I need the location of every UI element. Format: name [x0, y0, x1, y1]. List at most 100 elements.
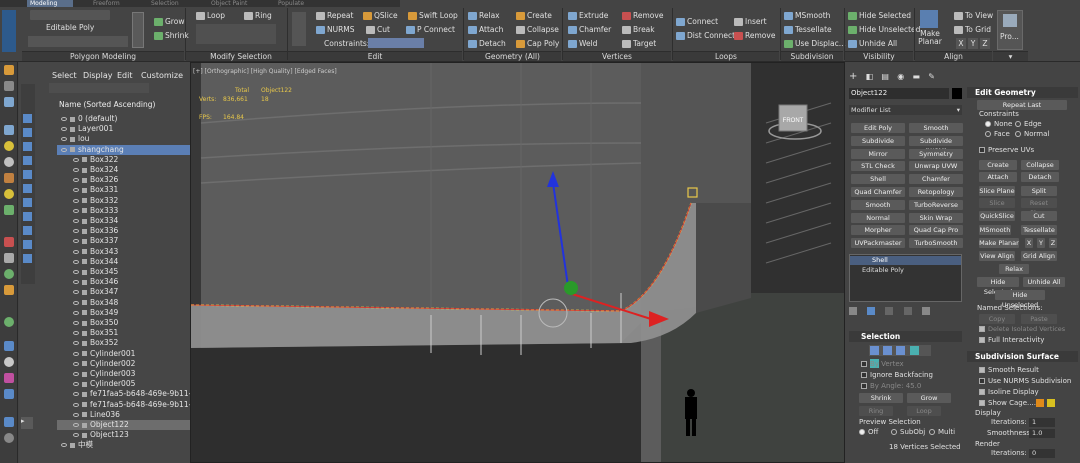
- edit-geometry-button[interactable]: View Align: [979, 251, 1015, 261]
- edit-geometry-button[interactable]: Y: [1037, 238, 1045, 248]
- material-icon[interactable]: [4, 373, 14, 383]
- stack-tools[interactable]: [849, 307, 962, 315]
- preview-subobj-radio[interactable]: SubObj: [891, 428, 925, 436]
- sort-header[interactable]: Name (Sorted Ascending): [59, 100, 155, 109]
- extrude-button[interactable]: Extrude: [568, 10, 608, 21]
- globe-icon[interactable]: [4, 269, 14, 279]
- edit-geometry-button[interactable]: Reset Plane: [1021, 198, 1057, 217]
- edit-geometry-button[interactable]: Make Planar: [979, 238, 1019, 248]
- subdivision-surface-header[interactable]: Subdivision Surface: [967, 351, 1078, 362]
- tree-item[interactable]: Box344: [57, 257, 207, 267]
- loop-ring-controls[interactable]: [196, 24, 276, 44]
- p-connect-button[interactable]: P Connect: [406, 24, 455, 35]
- spline-icon[interactable]: [4, 205, 14, 215]
- tree-item[interactable]: Box322: [57, 155, 207, 165]
- visibility-eye-icon[interactable]: [73, 402, 79, 407]
- edit-geometry-button[interactable]: MSmooth: [979, 225, 1011, 235]
- tab-populate[interactable]: Populate: [275, 0, 307, 7]
- tree-item[interactable]: Box336: [57, 226, 207, 236]
- geometry-filter-icon[interactable]: [23, 142, 32, 151]
- modifier-button[interactable]: Subdivide (WSM): [909, 135, 963, 155]
- visibility-eye-icon[interactable]: [73, 157, 79, 162]
- hierarchy-tab-icon[interactable]: ▤: [881, 72, 889, 81]
- tab-modeling[interactable]: Modeling: [27, 0, 73, 7]
- visibility-eye-icon[interactable]: [73, 239, 79, 244]
- render-icon[interactable]: [4, 157, 14, 167]
- visibility-eye-icon[interactable]: [73, 433, 79, 438]
- repeat-button[interactable]: Repeat: [316, 10, 353, 21]
- border-icon[interactable]: [896, 346, 906, 355]
- constraint-face-radio[interactable]: Face: [985, 130, 1010, 138]
- modifier-button[interactable]: Quad Cap Pro: [909, 225, 963, 236]
- visibility-eye-icon[interactable]: [73, 208, 79, 213]
- edit-geometry-button[interactable]: Hide Selected: [977, 277, 1019, 296]
- edit-geometry-button[interactable]: Tessellate: [1021, 225, 1057, 235]
- visibility-eye-icon[interactable]: [73, 229, 79, 234]
- hierarchy-icon[interactable]: [23, 128, 32, 137]
- use-displacement-button[interactable]: Use Displac...: [784, 38, 846, 49]
- visibility-eye-icon[interactable]: [61, 443, 67, 448]
- particle-icon[interactable]: [4, 285, 14, 295]
- dist-connect-button[interactable]: Dist Connect: [676, 30, 735, 41]
- ribbon-pin-button[interactable]: [132, 12, 144, 48]
- visibility-eye-icon[interactable]: [73, 351, 79, 356]
- menu-edit[interactable]: Edit: [117, 71, 133, 80]
- edit-geometry-button[interactable]: QuickSlice: [979, 211, 1015, 221]
- group-pro-dropdown[interactable]: ▾: [993, 51, 1028, 61]
- modifier-button[interactable]: Quad Chamfer: [851, 187, 905, 197]
- tab-selection[interactable]: Selection: [148, 0, 182, 7]
- msmooth-button[interactable]: MSmooth: [784, 10, 830, 21]
- edit-geometry-button[interactable]: Create: [979, 160, 1017, 170]
- edit-geometry-button[interactable]: Cut: [1021, 211, 1057, 221]
- tree-item[interactable]: Box337: [57, 236, 207, 246]
- preview-multi-radio[interactable]: Multi: [929, 428, 955, 436]
- help-icon[interactable]: [4, 433, 14, 443]
- tree-item[interactable]: Cylinder003: [57, 369, 207, 379]
- tree-item[interactable]: fe71faa5-b648-469e-9b11-f1: [57, 400, 207, 410]
- swift-loop-button[interactable]: Swift Loop: [408, 10, 458, 21]
- viewport[interactable]: FRONT [+] [Orthographic] [High Quality] …: [190, 62, 845, 463]
- attach-button[interactable]: Attach: [468, 24, 503, 35]
- tree-item[interactable]: Box349: [57, 308, 207, 318]
- pin-stack-icon[interactable]: [849, 307, 857, 315]
- edge-icon[interactable]: [883, 346, 893, 355]
- stack-item-shell[interactable]: Shell: [850, 256, 961, 265]
- visibility-eye-icon[interactable]: [73, 188, 79, 193]
- tree-item[interactable]: Box333: [57, 206, 207, 216]
- modifier-button[interactable]: STL Check: [851, 161, 905, 172]
- display-tab-icon[interactable]: ▬: [912, 72, 920, 81]
- weld-button[interactable]: Weld: [568, 38, 597, 49]
- visibility-eye-icon[interactable]: [73, 270, 79, 274]
- subobject-icons[interactable]: [30, 10, 110, 20]
- tree-item[interactable]: Cylinder001: [57, 349, 207, 359]
- break-button[interactable]: Break: [622, 24, 655, 35]
- loop-selection-button[interactable]: Loop: [907, 406, 941, 416]
- make-unique-icon[interactable]: [885, 307, 894, 315]
- modifier-button[interactable]: Retopology: [909, 187, 963, 197]
- sun-icon[interactable]: [4, 189, 14, 199]
- grow-button[interactable]: Grow: [154, 16, 184, 27]
- camera-filter-icon[interactable]: [23, 184, 32, 193]
- visibility-eye-icon[interactable]: [61, 127, 67, 132]
- tree-item[interactable]: 中模: [57, 440, 207, 450]
- hide-selected-button[interactable]: Hide Selected: [848, 10, 911, 21]
- tab-freeform[interactable]: Freeform: [90, 0, 123, 7]
- preview-off-radio[interactable]: Off: [859, 428, 878, 436]
- remove-modifier-icon[interactable]: [903, 307, 912, 315]
- poly-mode-icons[interactable]: [28, 36, 128, 47]
- edit-geometry-button[interactable]: Detach: [1021, 172, 1059, 182]
- smooth-result-checkbox[interactable]: Smooth Result: [979, 366, 1039, 374]
- make-planar-icon[interactable]: [920, 10, 938, 28]
- visibility-eye-icon[interactable]: [73, 249, 79, 254]
- expand-icon[interactable]: [4, 417, 14, 427]
- edit-icon-column[interactable]: [292, 12, 306, 46]
- viewport-canvas[interactable]: FRONT: [191, 63, 845, 463]
- warp-filter-icon[interactable]: [23, 212, 32, 221]
- isoline-display-checkbox[interactable]: Isoline Display: [979, 388, 1039, 396]
- modifier-button[interactable]: Symmetry: [909, 148, 963, 159]
- edit-geometry-button[interactable]: Slice: [979, 198, 1015, 208]
- by-angle-value[interactable]: 45.0: [906, 382, 922, 390]
- constraint-normal-radio[interactable]: Normal: [1015, 130, 1049, 138]
- modifier-button[interactable]: Subdivide: [851, 135, 905, 146]
- visibility-eye-icon[interactable]: [61, 147, 67, 152]
